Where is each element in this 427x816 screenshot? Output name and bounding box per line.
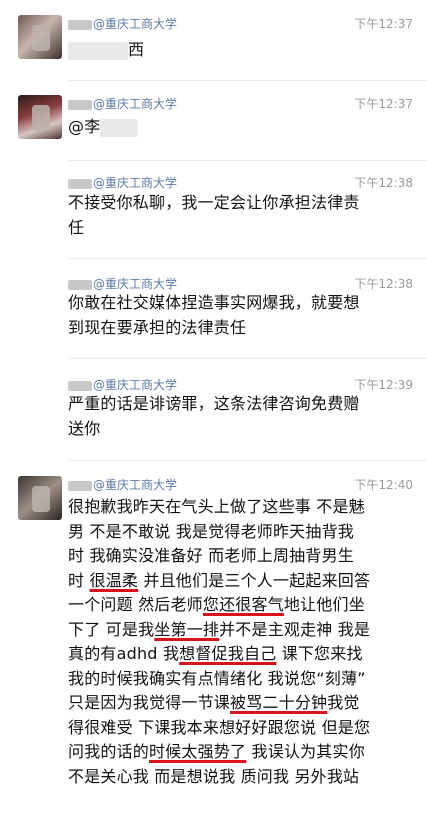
divider — [68, 358, 427, 359]
comment-text: @李 — [68, 115, 413, 140]
sender-name[interactable]: @重庆工商大学 — [68, 95, 177, 112]
timestamp: 下午12:37 — [354, 17, 413, 31]
comment-line: 时 很温柔 并且他们是三个人一起起来回答 — [68, 570, 371, 590]
timestamp: 下午12:38 — [354, 176, 413, 190]
comment-line: 时 我确实没准备好 而老师上周抽背男生 — [68, 546, 354, 565]
comment-text: 西 — [68, 38, 413, 63]
comment-line: 男 不是不敢说 我是觉得老师昨天抽背我 — [68, 521, 354, 541]
sender-name[interactable]: @重庆工商大学 — [68, 174, 177, 191]
comment-feed: @重庆工商大学 下午12:37 西 @重庆工商大学 下午12:37 @李 @重庆… — [0, 0, 427, 816]
underlined-phrase: 很温柔 — [89, 570, 139, 590]
divider — [68, 460, 427, 461]
comment-line: 不是关心我 而是想说我 质问我 另外我站 — [68, 766, 360, 786]
redacted-text — [68, 41, 128, 60]
comment-line: 只是因为我觉得一节课被骂二十分钟我觉 — [68, 693, 360, 712]
underlined-phrase: 您还很客气 — [202, 595, 284, 614]
comment-text: 你敢在社交媒体捏造事实网爆我，就要想 到现在要承担的法律责任 — [68, 293, 360, 337]
timestamp: 下午12:38 — [354, 277, 413, 291]
divider — [68, 80, 427, 81]
divider — [68, 160, 427, 161]
underlined-phrase: 坐第一排 — [154, 619, 220, 639]
avatar[interactable] — [18, 476, 62, 520]
timestamp: 下午12:37 — [354, 97, 413, 111]
underlined-phrase: 被骂二十分钟 — [230, 693, 328, 712]
underlined-phrase: 时候太强势了 — [149, 742, 247, 761]
underlined-phrase: 想督促我自己 — [179, 644, 277, 663]
comment-text: 不接受你私聊，我一定会让你承担法律责任 — [68, 193, 360, 237]
sender-name[interactable]: @重庆工商大学 — [68, 275, 177, 292]
comment-line: 问我的话的时候太强势了 我误认为其实你 — [68, 742, 365, 761]
divider — [68, 258, 427, 259]
comment-line: 一个问题 然后老师您还很客气地让他们坐 — [68, 595, 365, 614]
avatar[interactable] — [18, 15, 62, 59]
comment-line: 我的时候我确实有点情绪化 我说您“刻薄” — [68, 668, 366, 688]
sender-name[interactable]: @重庆工商大学 — [68, 376, 177, 393]
comment-text: 严重的话是诽谤罪，这条法律咨询免费赠 送你 — [68, 394, 360, 438]
redacted-text — [100, 118, 139, 137]
sender-name[interactable]: @重庆工商大学 — [68, 476, 177, 493]
comment-line: 很抱歉我昨天在气头上做了这些事 不是魅 — [68, 497, 365, 516]
timestamp: 下午12:40 — [354, 478, 413, 492]
comment-line: 得很难受 下课我本来想好好跟您说 但是您 — [68, 717, 371, 737]
comment-line: 真的有adhd 我想督促我自己 课下您来找 — [68, 644, 363, 663]
sender-name[interactable]: @重庆工商大学 — [68, 15, 177, 32]
timestamp: 下午12:39 — [354, 378, 413, 392]
comment-text: 很抱歉我昨天在气头上做了这些事 不是魅男 不是不敢说 我是觉得老师昨天抽背我时 … — [68, 495, 413, 789]
avatar[interactable] — [18, 95, 62, 139]
comment-line: 下了 可是我坐第一排并不是主观走神 我是 — [68, 619, 371, 639]
